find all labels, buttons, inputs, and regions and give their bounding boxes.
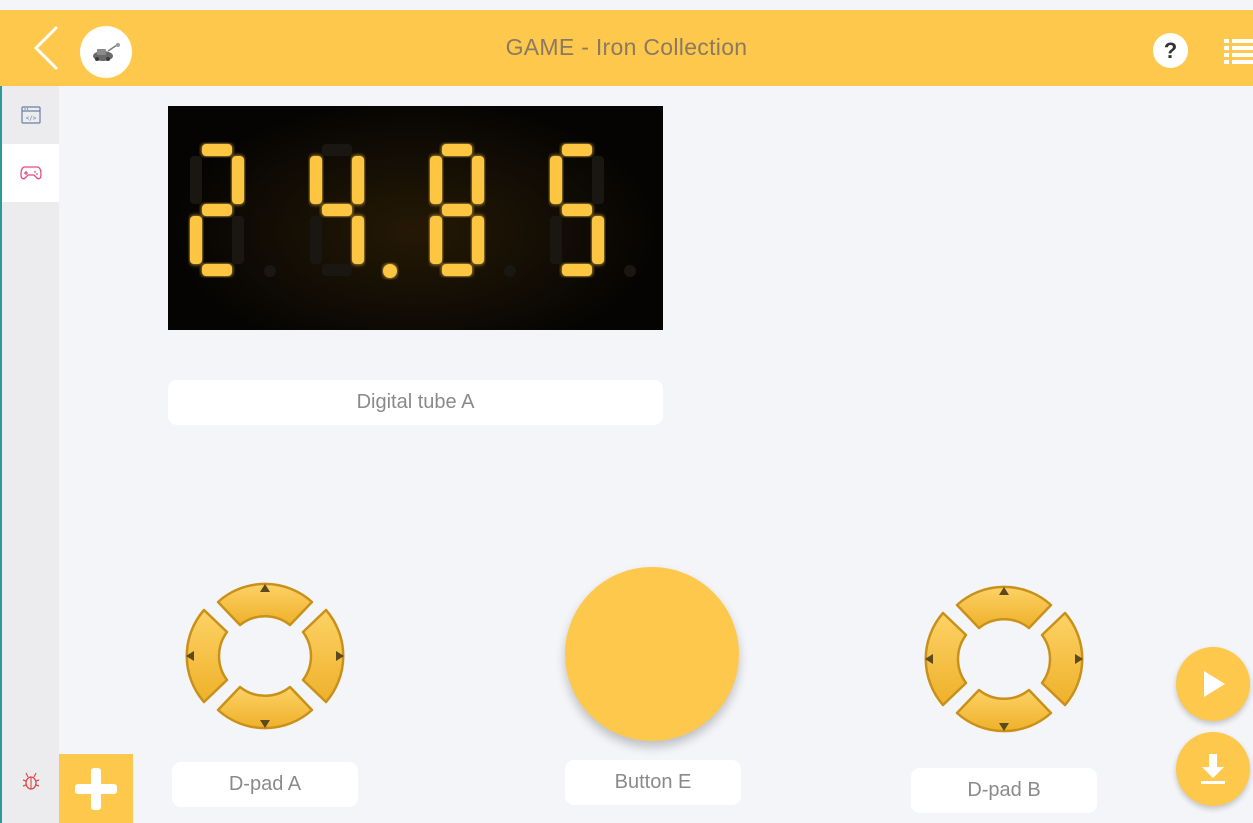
sidebar-item-code[interactable]: </>: [2, 86, 59, 144]
digit-2-segment-d: [322, 264, 352, 276]
app-header: GAME - Iron Collection ?: [0, 10, 1253, 86]
dpad-b: [911, 573, 1097, 745]
list-icon: [1224, 39, 1253, 64]
digit-4-decimal-point: [624, 265, 636, 277]
robot-logo-icon: [80, 26, 132, 78]
digit-2-segment-c: [352, 216, 364, 264]
button-e-label: Button E: [565, 760, 741, 805]
gamepad-icon: [19, 166, 42, 180]
button-e[interactable]: [565, 567, 739, 741]
digit-1-segment-b: [232, 156, 244, 204]
sidebar: </>: [0, 86, 59, 823]
help-button[interactable]: ?: [1153, 33, 1188, 68]
sidebar-item-debug[interactable]: [2, 752, 59, 810]
download-icon: [1201, 754, 1225, 784]
digital-tube-label: Digital tube A: [168, 380, 663, 425]
play-icon: [1204, 671, 1225, 697]
digit-4-segment-g: [562, 204, 592, 216]
digit-1-segment-a: [202, 144, 232, 156]
digit-3-segment-b: [472, 156, 484, 204]
digit-2-segment-b: [352, 156, 364, 204]
play-button[interactable]: [1176, 647, 1250, 721]
digital-tube-display: [168, 106, 663, 330]
bug-icon: [22, 772, 39, 790]
digit-2-segment-f: [310, 156, 322, 204]
digit-3-segment-g: [442, 204, 472, 216]
digit-4-segment-f: [550, 156, 562, 204]
digit-1-decimal-point: [264, 265, 276, 277]
page-title: GAME - Iron Collection: [505, 34, 748, 60]
list-menu-button[interactable]: [1224, 39, 1253, 65]
digit-4-segment-a: [562, 144, 592, 156]
digit-2-decimal-point: [383, 264, 397, 278]
download-button[interactable]: [1176, 732, 1250, 806]
dpad-a: [172, 570, 358, 742]
digit-1-segment-d: [202, 264, 232, 276]
digit-2-segment-e: [310, 216, 322, 264]
seven-segment-digits: [190, 144, 636, 278]
digit-3-segment-e: [430, 216, 442, 264]
plus-icon: [75, 767, 117, 810]
digit-1-segment-e: [190, 216, 202, 264]
chevron-left-icon: [34, 26, 58, 70]
digit-3-segment-d: [442, 264, 472, 276]
sidebar-item-game[interactable]: [2, 144, 59, 202]
digit-4-segment-e: [550, 216, 562, 264]
digit-1-segment-g: [202, 204, 232, 216]
digit-1-segment-f: [190, 156, 202, 204]
code-window-icon: </>: [20, 106, 41, 124]
digit-3-decimal-point: [504, 265, 516, 277]
digit-4-segment-b: [592, 156, 604, 204]
digit-3-segment-f: [430, 156, 442, 204]
digit-4-segment-c: [592, 216, 604, 264]
digit-2-segment-a: [322, 144, 352, 156]
digit-1-segment-c: [232, 216, 244, 264]
back-button[interactable]: [26, 24, 66, 72]
dpad-b-label: D-pad B: [911, 768, 1097, 813]
add-button[interactable]: [59, 754, 133, 823]
digit-2-segment-g: [322, 204, 352, 216]
digit-4-segment-d: [562, 264, 592, 276]
digit-3-segment-a: [442, 144, 472, 156]
digit-3-segment-c: [472, 216, 484, 264]
svg-text:</>: </>: [25, 115, 36, 122]
dpad-a-label: D-pad A: [172, 762, 358, 807]
